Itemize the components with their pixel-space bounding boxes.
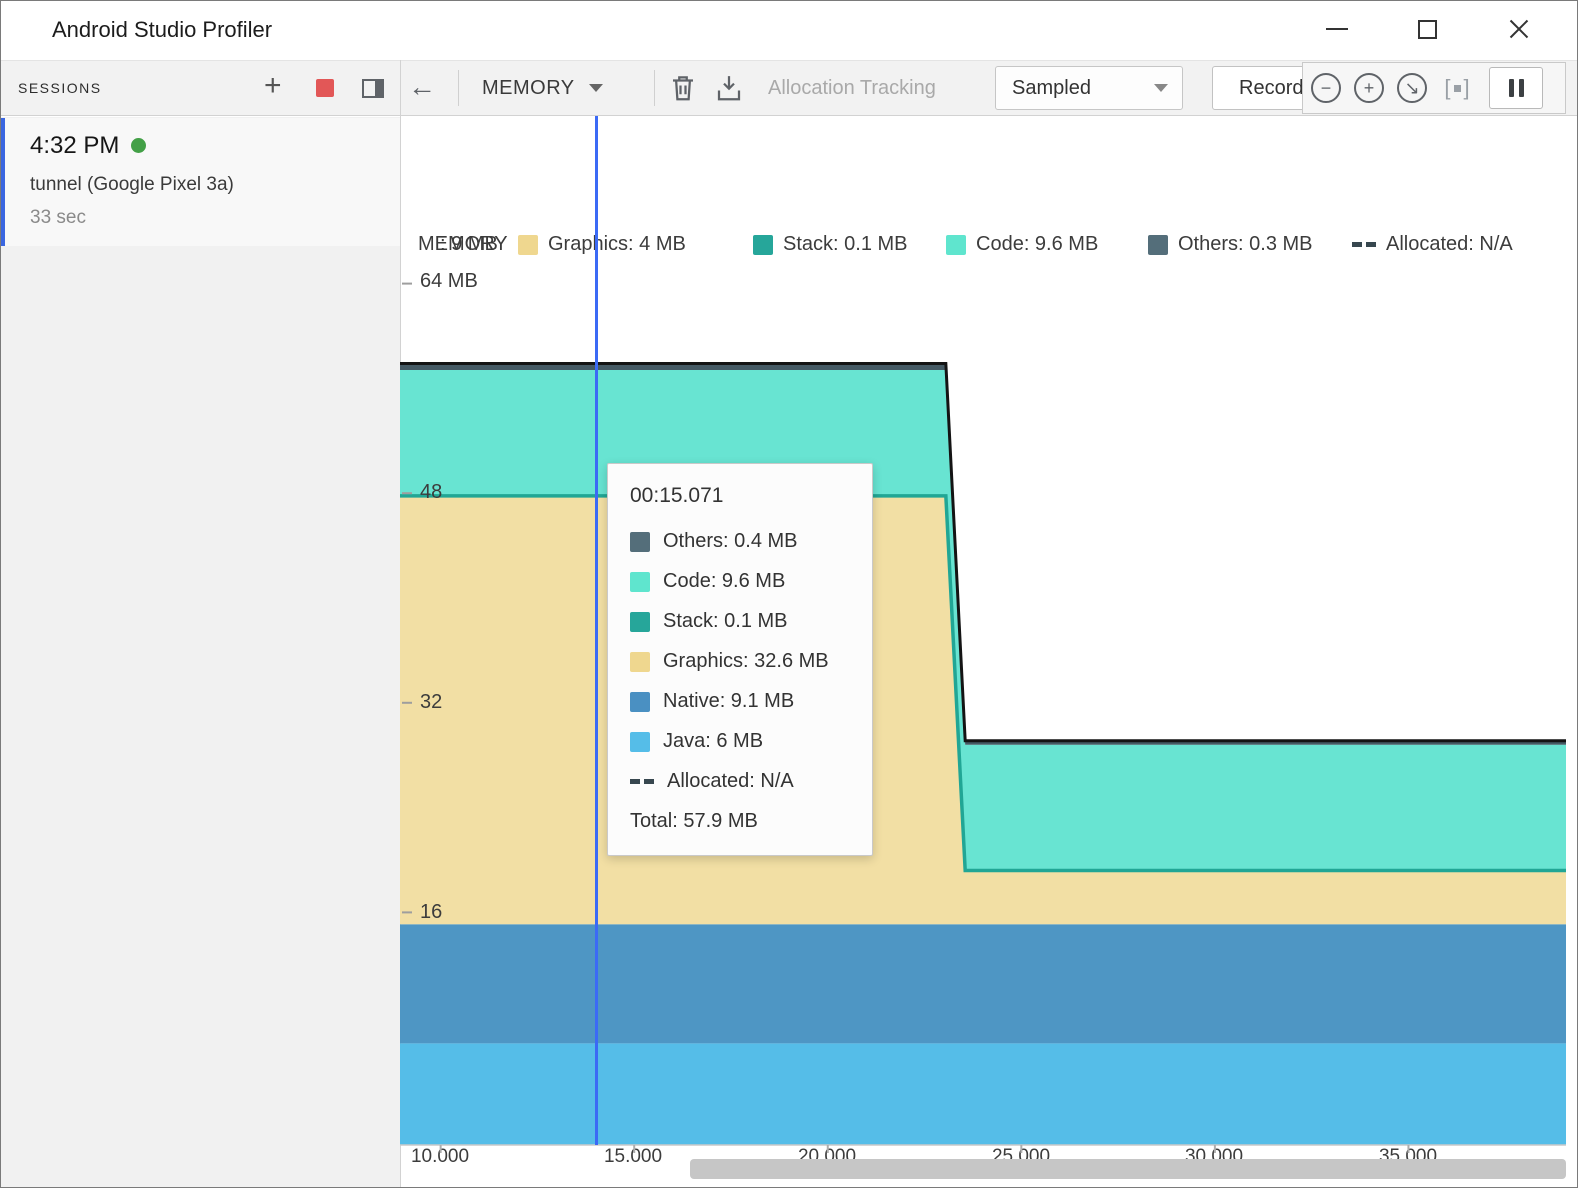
y-axis-label: 64 MB [420,270,478,293]
chart-tooltip: 00:15.071 Others: 0.4 MB Code: 9.6 MB St… [607,463,873,856]
profiler-window: Android Studio Profiler SESSIONS + ← MEM… [0,0,1578,1188]
minus-icon: − [1321,78,1332,99]
tooltip-time: 00:15.071 [630,484,850,508]
series-swatch [630,612,650,632]
back-button[interactable]: ← [408,60,436,116]
close-icon [1507,17,1531,41]
series-swatch [630,692,650,712]
plus-icon: + [1364,78,1375,99]
y-axis-label: 32 [420,691,442,714]
toolbar-divider [458,70,459,106]
session-time: 4:32 PM [30,132,119,160]
title-bar: Android Studio Profiler [0,0,1578,60]
dashed-line-icon [630,779,654,784]
bracket-right-icon: ] [1464,75,1470,101]
trash-icon [668,73,698,103]
reset-zoom-icon: ↘ [1404,78,1419,99]
horizontal-scrollbar-thumb[interactable] [690,1159,1566,1179]
maximize-button[interactable] [1400,0,1454,58]
profiler-type-dropdown[interactable]: MEMORY [482,60,603,116]
y-axis-label: 48 [420,481,442,504]
series-swatch [630,572,650,592]
selection-time-line [595,116,598,1145]
minimize-icon [1326,28,1348,30]
series-swatch [630,732,650,752]
session-live-dot [131,138,146,153]
tooltip-row: Allocated: N/A [630,770,850,793]
allocation-mode-value: Sampled [1012,77,1091,100]
session-device: tunnel (Google Pixel 3a) [30,174,234,196]
tooltip-row: Java: 6 MB [630,730,850,753]
tooltip-row: Stack: 0.1 MB [630,610,850,633]
stop-session-button[interactable] [316,79,334,97]
allocation-tracking-label: Allocation Tracking [768,60,936,116]
y-axis-label: 16 [420,901,442,924]
heap-dump-button[interactable] [714,73,744,103]
tooltip-total: Total: 57.9 MB [630,810,850,833]
zoom-controls: − + ↘ [] [1302,62,1566,114]
maximize-icon [1418,20,1437,39]
tooltip-row: Native: 9.1 MB [630,690,850,713]
tooltip-row: Code: 9.6 MB [630,570,850,593]
reset-zoom-button[interactable]: ↘ [1397,73,1427,103]
series-swatch [630,652,650,672]
tooltip-row-label: Native: 9.1 MB [663,690,794,713]
tooltip-row-label: Code: 9.6 MB [663,570,785,593]
bracket-left-icon: [ [1444,75,1450,101]
toolbar-divider [654,70,655,106]
session-selected-accent [0,118,5,246]
capture-heap-dump-icon [714,73,744,103]
tooltip-row: Graphics: 32.6 MB [630,650,850,673]
sessions-header: SESSIONS [18,60,102,116]
pause-live-button[interactable] [1489,67,1543,109]
chart-title: MEMORY [418,233,508,256]
add-session-button[interactable]: + [264,60,282,116]
chevron-down-icon [589,84,603,92]
session-duration: 33 sec [30,207,86,229]
tooltip-row-label: Others: 0.4 MB [663,530,798,553]
selection-dot-icon [1454,85,1461,92]
sessions-panel [0,117,400,1188]
window-title: Android Studio Profiler [52,0,272,60]
garbage-collect-button[interactable] [668,73,698,103]
allocation-mode-select[interactable]: Sampled [995,66,1183,110]
toggle-panel-icon[interactable] [362,79,384,98]
pause-icon [1509,79,1514,97]
zoom-in-button[interactable]: + [1354,73,1384,103]
minimize-button[interactable] [1310,0,1364,58]
tooltip-row: Others: 0.4 MB [630,530,850,553]
pause-icon [1519,79,1524,97]
close-button[interactable] [1492,0,1546,58]
series-swatch [630,532,650,552]
tooltip-row-label: Graphics: 32.6 MB [663,650,829,673]
chevron-down-icon [1154,84,1168,92]
zoom-to-selection-button[interactable]: [] [1440,73,1474,103]
profiler-type-label: MEMORY [482,77,575,100]
tooltip-row-label: Java: 6 MB [663,730,763,753]
memory-chart[interactable] [400,115,1566,1155]
tooltip-row-label: Stack: 0.1 MB [663,610,788,633]
zoom-out-button[interactable]: − [1311,73,1341,103]
tooltip-row-label: Allocated: N/A [667,770,794,793]
